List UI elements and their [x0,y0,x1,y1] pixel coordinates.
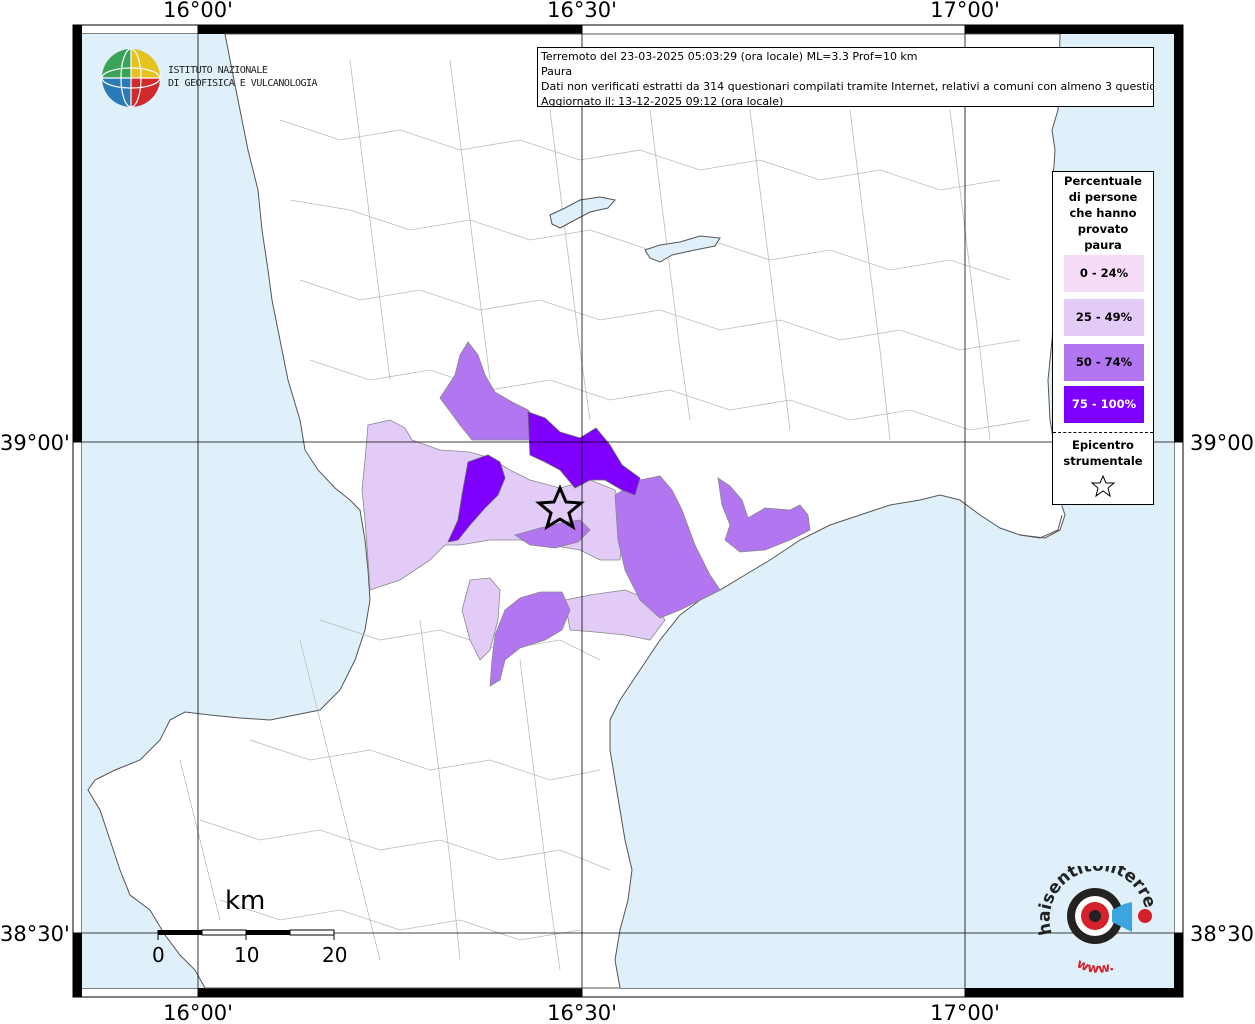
scale-tick-10: 10 [234,943,260,967]
ingv-name-line1: ISTITUTO NAZIONALE [168,65,268,76]
epicenter-legend-title: Epicentro strumentale [1063,438,1143,468]
legend-item-50-74: 50 - 74% [1064,344,1144,381]
top-label-3: 17°00' [930,0,1000,22]
right-label-1: 39°00' [1190,431,1255,455]
scale-tick-20: 20 [322,943,348,967]
right-label-2: 38°30' [1190,922,1255,946]
scale-tick-0: 0 [152,943,165,967]
event-title: Terremoto del 23-03-2025 05:03:29 (ora l… [541,50,918,63]
data-note: Dati non verificati estratti da 314 ques… [541,80,1154,93]
legend: Percentuale di persone che hanno provato pau… [1052,171,1154,505]
top-label-2: 16°30' [547,0,617,22]
top-label-1: 16°00' [163,0,233,22]
event-info-box: Terremoto del 23-03-2025 05:03:29 (ora l… [537,47,1154,107]
parameter-name: Paura [541,65,573,78]
hsit-logo-www: www. [1074,956,1116,976]
legend-item-25-49: 25 - 49% [1064,299,1144,336]
legend-item-0-24: 0 - 24% [1064,255,1144,292]
legend-title: Percentuale di persone che hanno provato pau… [1064,174,1142,252]
epicenter-star-icon [1090,474,1116,498]
left-label-1: 39°00' [0,431,70,455]
ingv-name: ISTITUTO NAZIONALE DI GEOFISICA E VULCAN… [168,64,318,90]
bottom-label-2: 16°30' [547,1001,617,1024]
updated-at: Aggiornato il: 13-12-2025 09:12 (ora loc… [541,95,784,107]
left-label-2: 38°30' [0,922,70,946]
legend-item-75-100: 75 - 100% [1064,386,1144,423]
hsit-logo: haisentitoilterremoto.it www. [1032,866,1160,976]
map-body [82,33,1174,989]
legend-separator [1053,432,1153,433]
ingv-name-line2: DI GEOFISICA E VULCANOLOGIA [168,78,318,89]
ingv-globe-icon [101,48,161,108]
bottom-label-1: 16°00' [163,1001,233,1024]
bottom-label-3: 17°00' [930,1001,1000,1024]
